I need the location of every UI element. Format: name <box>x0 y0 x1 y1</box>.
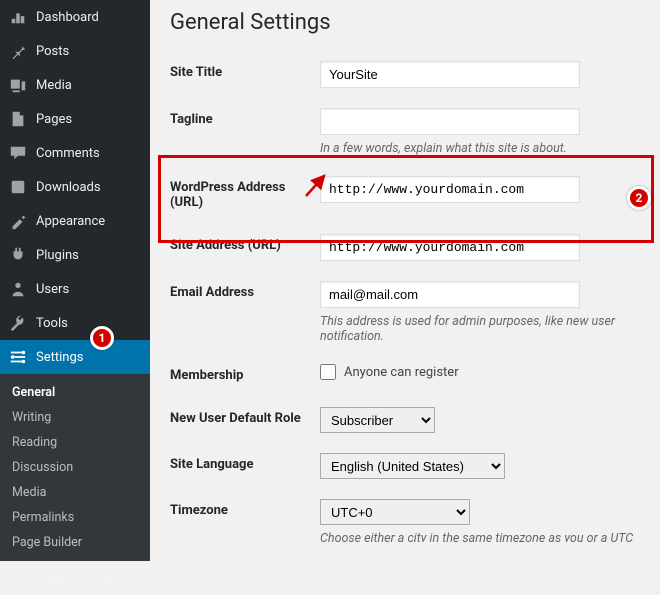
site-title-label: Site Title <box>170 51 320 98</box>
default-role-select[interactable]: Subscriber <box>320 407 435 433</box>
sidebar-item-dashboard[interactable]: Dashboard <box>0 0 150 34</box>
sidebar-item-media[interactable]: Media <box>0 68 150 102</box>
submenu-item-media[interactable]: Media <box>0 480 150 505</box>
sidebar-item-label: Media <box>36 78 72 93</box>
site-language-select[interactable]: English (United States) <box>320 453 505 479</box>
sidebar-item-label: Dashboard <box>36 10 99 25</box>
email-description: This address is used for admin purposes,… <box>320 314 650 344</box>
submenu-item-discussion[interactable]: Discussion <box>0 455 150 480</box>
sidebar-item-label: Tools <box>36 316 68 331</box>
submenu-item-general[interactable]: General <box>0 380 150 405</box>
comments-icon <box>8 143 28 163</box>
membership-checkbox[interactable] <box>320 364 336 380</box>
membership-checkbox-label: Anyone can register <box>344 365 459 380</box>
pin-icon <box>8 41 28 61</box>
sidebar-item-pages[interactable]: Pages <box>0 102 150 136</box>
annotation-badge-2: 2 <box>627 186 651 210</box>
users-icon <box>8 279 28 299</box>
site-address-input[interactable] <box>320 234 580 261</box>
default-role-label: New User Default Role <box>170 397 320 443</box>
sidebar-item-comments[interactable]: Comments <box>0 136 150 170</box>
wp-address-input[interactable] <box>320 176 580 203</box>
settings-submenu: General Writing Reading Discussion Media… <box>0 374 150 561</box>
sidebar-item-label: Plugins <box>36 248 79 263</box>
wp-address-label: WordPress Address (URL) <box>170 166 320 224</box>
sidebar-item-users[interactable]: Users <box>0 272 150 306</box>
sidebar-item-label: Settings <box>36 350 83 365</box>
pages-icon <box>8 109 28 129</box>
membership-label: Membership <box>170 354 320 397</box>
sidebar-item-tools[interactable]: Tools <box>0 306 150 340</box>
admin-sidebar: Dashboard Posts Media Pages Comments Dow… <box>0 0 150 542</box>
collapse-label: Collapse menu <box>34 571 117 586</box>
plugins-icon <box>8 245 28 265</box>
sidebar-item-label: Pages <box>36 112 72 127</box>
submenu-item-reading[interactable]: Reading <box>0 430 150 455</box>
timezone-select[interactable]: UTC+0 <box>320 499 470 525</box>
settings-form: Site Title Tagline In a few words, expla… <box>170 51 660 542</box>
collapse-menu-button[interactable]: Collapse menu <box>0 561 150 595</box>
email-label: Email Address <box>170 271 320 354</box>
sidebar-item-downloads[interactable]: Downloads <box>0 170 150 204</box>
sidebar-item-label: Comments <box>36 146 100 161</box>
tagline-description: In a few words, explain what this site i… <box>320 141 650 156</box>
site-language-label: Site Language <box>170 443 320 489</box>
dashboard-icon <box>8 7 28 27</box>
settings-icon <box>8 347 28 367</box>
submenu-item-permalinks[interactable]: Permalinks <box>0 505 150 530</box>
timezone-description: Choose either a city in the same timezon… <box>320 531 650 542</box>
main-content: General Settings Site Title Tagline In a… <box>150 0 660 542</box>
sidebar-item-appearance[interactable]: Appearance <box>0 204 150 238</box>
appearance-icon <box>8 211 28 231</box>
tagline-input[interactable] <box>320 108 580 135</box>
tagline-label: Tagline <box>170 98 320 166</box>
collapse-icon <box>8 569 26 587</box>
sidebar-item-posts[interactable]: Posts <box>0 34 150 68</box>
media-icon <box>8 75 28 95</box>
sidebar-item-label: Users <box>36 282 69 297</box>
sidebar-item-settings[interactable]: Settings <box>0 340 150 374</box>
sidebar-item-plugins[interactable]: Plugins <box>0 238 150 272</box>
email-input[interactable] <box>320 281 580 308</box>
submenu-item-page-builder[interactable]: Page Builder <box>0 530 150 555</box>
timezone-label: Timezone <box>170 489 320 542</box>
submenu-item-writing[interactable]: Writing <box>0 405 150 430</box>
page-title: General Settings <box>170 10 660 35</box>
annotation-badge-1: 1 <box>90 326 114 350</box>
sidebar-item-label: Downloads <box>36 180 101 195</box>
sidebar-item-label: Posts <box>36 44 69 59</box>
site-address-label: Site Address (URL) <box>170 224 320 271</box>
sidebar-item-label: Appearance <box>36 214 105 229</box>
site-title-input[interactable] <box>320 61 580 88</box>
downloads-icon <box>8 177 28 197</box>
tools-icon <box>8 313 28 333</box>
